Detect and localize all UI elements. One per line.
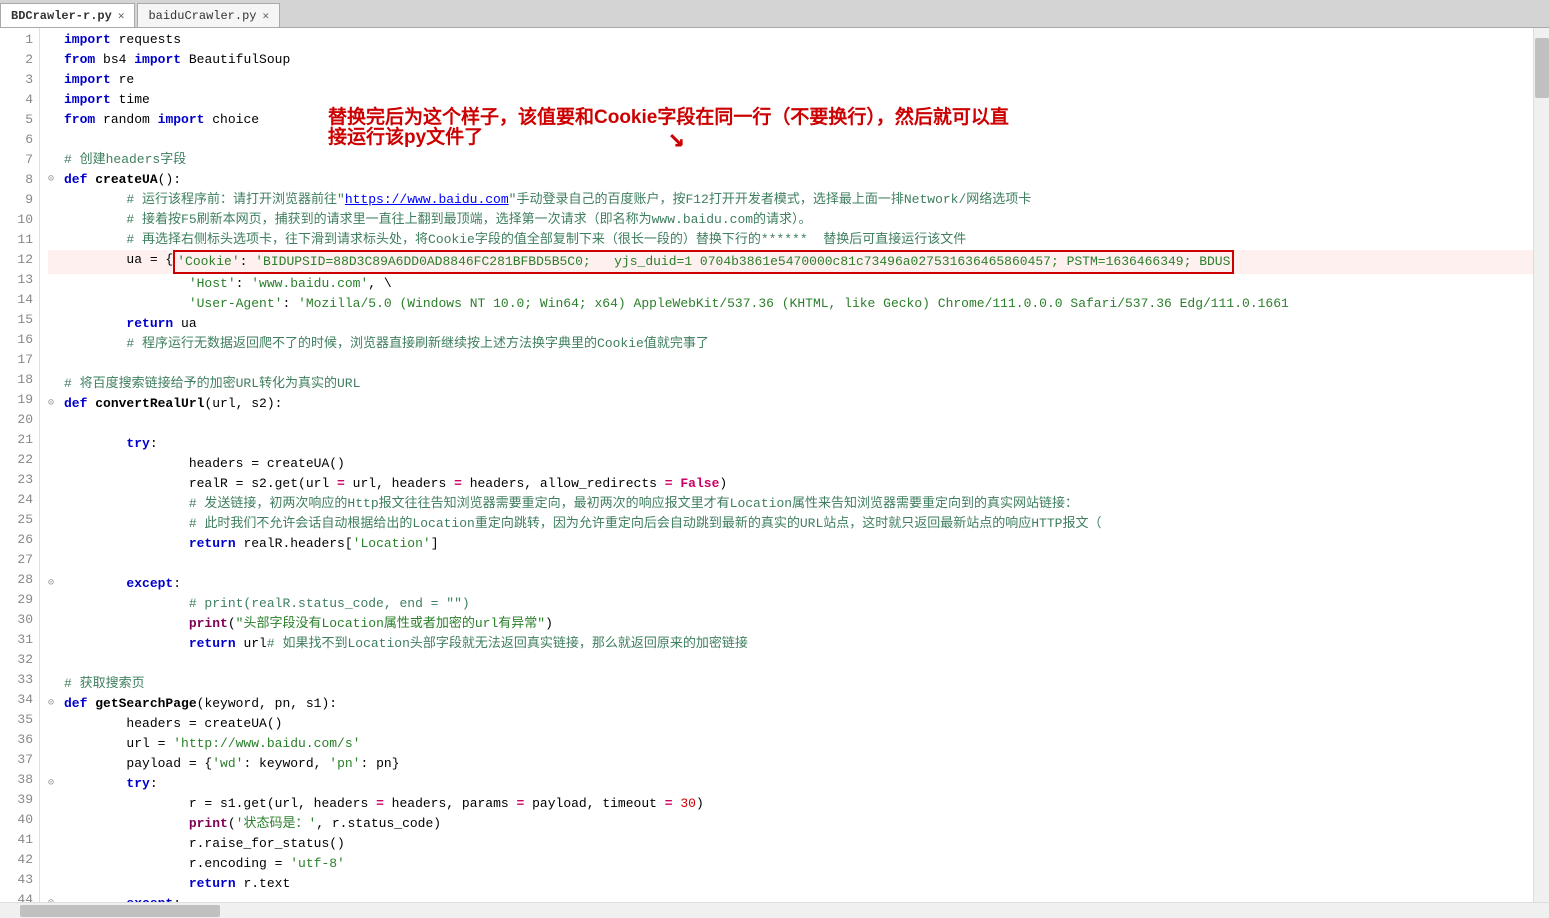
code-line-30: return url# 如果找不到Location头部字段就无法返回真实链接，那…	[48, 634, 1533, 654]
tab-bdcrawler[interactable]: BDCrawler-r.py ✕	[0, 3, 135, 27]
code-line-1: import requests	[48, 30, 1533, 50]
code-line-15: return ua	[48, 314, 1533, 334]
code-line-29: print("头部字段没有Location属性或者加密的url有异常")	[48, 614, 1533, 634]
red-box-cookie: 'Cookie': 'BIDUPSID=88D3C89A6DD0AD8846FC…	[173, 250, 1234, 274]
tab-bdcrawler-close[interactable]: ✕	[118, 9, 125, 23]
h-scrollbar-track[interactable]	[0, 904, 1549, 918]
code-line-2: from bs4 import BeautifulSoup	[48, 50, 1533, 70]
code-line-39: print('状态码是：', r.status_code)	[48, 814, 1533, 834]
code-line-14: 'User-Agent': 'Mozilla/5.0 (Windows NT 1…	[48, 294, 1533, 314]
scrollbar-thumb[interactable]	[1535, 38, 1549, 98]
code-line-6: 接运行该py文件了 ↘	[48, 130, 1533, 150]
annotation-arrow: ↘	[668, 130, 685, 150]
code-line-9: # 运行该程序前：请打开浏览器前往"https://www.baidu.com"…	[48, 190, 1533, 210]
tab-bdcrawler-label: BDCrawler-r.py	[11, 9, 112, 23]
code-line-3: import re	[48, 70, 1533, 90]
code-line-34: headers = createUA()	[48, 714, 1533, 734]
code-line-23: # 发送链接，初两次响应的Http报文往往告知浏览器需要重定向，最初两次的响应报…	[48, 494, 1533, 514]
fold-icon-37[interactable]: ⊝	[48, 774, 62, 788]
code-content[interactable]: import requests from bs4 import Beautifu…	[40, 28, 1533, 902]
code-line-27: ⊝ except:	[48, 574, 1533, 594]
code-line-37: ⊝ try:	[48, 774, 1533, 794]
code-line-36: payload = {'wd': keyword, 'pn': pn}	[48, 754, 1533, 774]
code-line-7: # 创建headers字段	[48, 150, 1533, 170]
code-line-16: # 程序运行无数据返回爬不了的时候，浏览器直接刷新继续按上述方法换字典里的Coo…	[48, 334, 1533, 354]
code-line-12: ua = {'Cookie': 'BIDUPSID=88D3C89A6DD0AD…	[48, 250, 1533, 274]
code-line-13: 'Host': 'www.baidu.com', \	[48, 274, 1533, 294]
code-line-42: return r.text	[48, 874, 1533, 894]
code-line-22: headers = createUA()	[48, 454, 1533, 474]
code-line-31	[48, 654, 1533, 674]
code-line-32: # 获取搜索页	[48, 674, 1533, 694]
code-line-26	[48, 554, 1533, 574]
fold-icon-19[interactable]: ⊝	[48, 394, 62, 408]
code-line-10: # 接着按F5刷新本网页，捕获到的请求里一直往上翻到最顶端，选择第一次请求（即名…	[48, 210, 1533, 230]
line-numbers: 1 2 3 4 5 6 7 8 9 10 11 12 13 14 15 16 1…	[0, 28, 40, 902]
editor-container: BDCrawler-r.py ✕ baiduCrawler.py ✕ 1 2 3…	[0, 0, 1549, 918]
code-line-18: # 将百度搜索链接给予的加密URL转化为真实的URL	[48, 374, 1533, 394]
tab-bar: BDCrawler-r.py ✕ baiduCrawler.py ✕	[0, 0, 1549, 28]
fold-icon-27[interactable]: ⊝	[48, 574, 62, 588]
h-scrollbar-thumb[interactable]	[20, 905, 220, 917]
code-line-40: r.raise_for_status()	[48, 834, 1533, 854]
code-line-20	[48, 414, 1533, 434]
code-line-8: ⊝ def createUA():	[48, 170, 1533, 190]
tab-baiducrawler-close[interactable]: ✕	[262, 9, 269, 23]
code-line-11: # 再选择右侧标头选项卡，往下滑到请求标头处，将Cookie字段的值全部复制下来…	[48, 230, 1533, 250]
code-line-25: return realR.headers['Location']	[48, 534, 1533, 554]
fold-icon-43[interactable]: ⊝	[48, 894, 62, 902]
code-line-35: url = 'http://www.baidu.com/s'	[48, 734, 1533, 754]
code-line-19: ⊝ def convertRealUrl(url, s2):	[48, 394, 1533, 414]
bottom-scrollbar[interactable]	[0, 902, 1549, 918]
scrollbar-right[interactable]	[1533, 28, 1549, 902]
code-line-4: import time	[48, 90, 1533, 110]
annotation-line1: 替换完后为这个样子，该值要和Cookie字段在同一行（不要换行），然后就可以直	[328, 108, 1009, 128]
code-line-24: # 此时我们不允许会话自动根据给出的Location重定向跳转，因为允许重定向后…	[48, 514, 1533, 534]
code-line-43: ⊝ except:	[48, 894, 1533, 902]
code-area: 1 2 3 4 5 6 7 8 9 10 11 12 13 14 15 16 1…	[0, 28, 1549, 902]
tab-baiducrawler-label: baiduCrawler.py	[148, 9, 256, 23]
tab-baiducrawler[interactable]: baiduCrawler.py ✕	[137, 3, 280, 27]
code-line-21: try:	[48, 434, 1533, 454]
code-line-5: from random import choice 替换完后为这个样子，该值要和…	[48, 110, 1533, 130]
code-line-22b: realR = s2.get(url = url, headers = head…	[48, 474, 1533, 494]
code-line-41: r.encoding = 'utf-8'	[48, 854, 1533, 874]
fold-icon-33[interactable]: ⊝	[48, 694, 62, 708]
fold-icon-8[interactable]: ⊝	[48, 170, 62, 184]
code-line-38: r = s1.get(url, headers = headers, param…	[48, 794, 1533, 814]
code-line-17	[48, 354, 1533, 374]
code-line-28: # print(realR.status_code, end = "")	[48, 594, 1533, 614]
annotation-line2: 接运行该py文件了	[328, 128, 483, 148]
code-line-33: ⊝ def getSearchPage(keyword, pn, s1):	[48, 694, 1533, 714]
